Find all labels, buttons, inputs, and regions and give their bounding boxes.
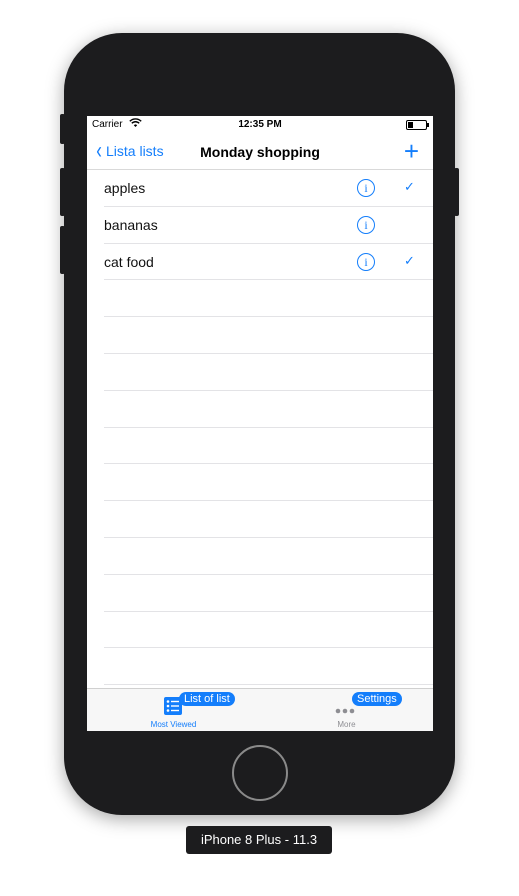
status-bar: Carrier 12:35 PM	[87, 116, 433, 136]
volume-up-button	[60, 168, 65, 216]
info-icon[interactable]: i	[357, 252, 375, 271]
empty-row	[87, 391, 433, 428]
empty-row	[87, 648, 433, 685]
info-icon[interactable]: i	[357, 179, 375, 197]
empty-row	[87, 575, 433, 612]
tab-most-viewed[interactable]: List of list Most Viewed	[87, 689, 260, 731]
empty-row	[87, 317, 433, 354]
item-label: cat food	[104, 253, 154, 270]
list-item[interactable]: apples i ✓	[87, 170, 433, 207]
page-title: Monday shopping	[200, 144, 320, 160]
empty-row	[87, 501, 433, 538]
empty-row	[87, 612, 433, 649]
mute-switch	[60, 114, 65, 144]
navigation-bar: ‹ Lista lists Monday shopping +	[87, 136, 433, 170]
tab-label: More	[337, 720, 356, 729]
volume-down-button	[60, 226, 65, 274]
item-label: apples	[104, 180, 146, 196]
item-label: bananas	[104, 216, 158, 233]
item-list: apples i ✓ bananas i cat food i ✓	[87, 170, 433, 685]
home-button[interactable]	[232, 745, 288, 801]
empty-row	[87, 428, 433, 465]
tab-badge: Settings	[352, 692, 402, 706]
empty-row	[87, 280, 433, 317]
battery-icon	[406, 120, 429, 130]
power-button	[454, 168, 459, 216]
checkmark-icon: ✓	[404, 252, 415, 268]
tab-label: Most Viewed	[150, 720, 197, 729]
tab-badge: List of list	[179, 692, 235, 706]
empty-row	[87, 464, 433, 501]
info-icon[interactable]: i	[357, 215, 375, 234]
empty-row	[87, 538, 433, 575]
device-label: iPhone 8 Plus - 11.3	[186, 826, 332, 854]
tab-more[interactable]: Settings More	[260, 689, 433, 731]
empty-row	[87, 354, 433, 391]
screen: Carrier 12:35 PM ‹ Lista lists Monday sh…	[87, 116, 433, 731]
list-item[interactable]: bananas i	[87, 207, 433, 244]
status-time: 12:35 PM	[238, 119, 282, 130]
tab-bar: List of list Most Viewed Settings More	[87, 688, 433, 731]
add-item-button[interactable]: +	[404, 137, 419, 165]
checkmark-icon: ✓	[404, 179, 415, 194]
list-item[interactable]: cat food i ✓	[87, 244, 433, 281]
more-dots-icon	[335, 701, 355, 719]
